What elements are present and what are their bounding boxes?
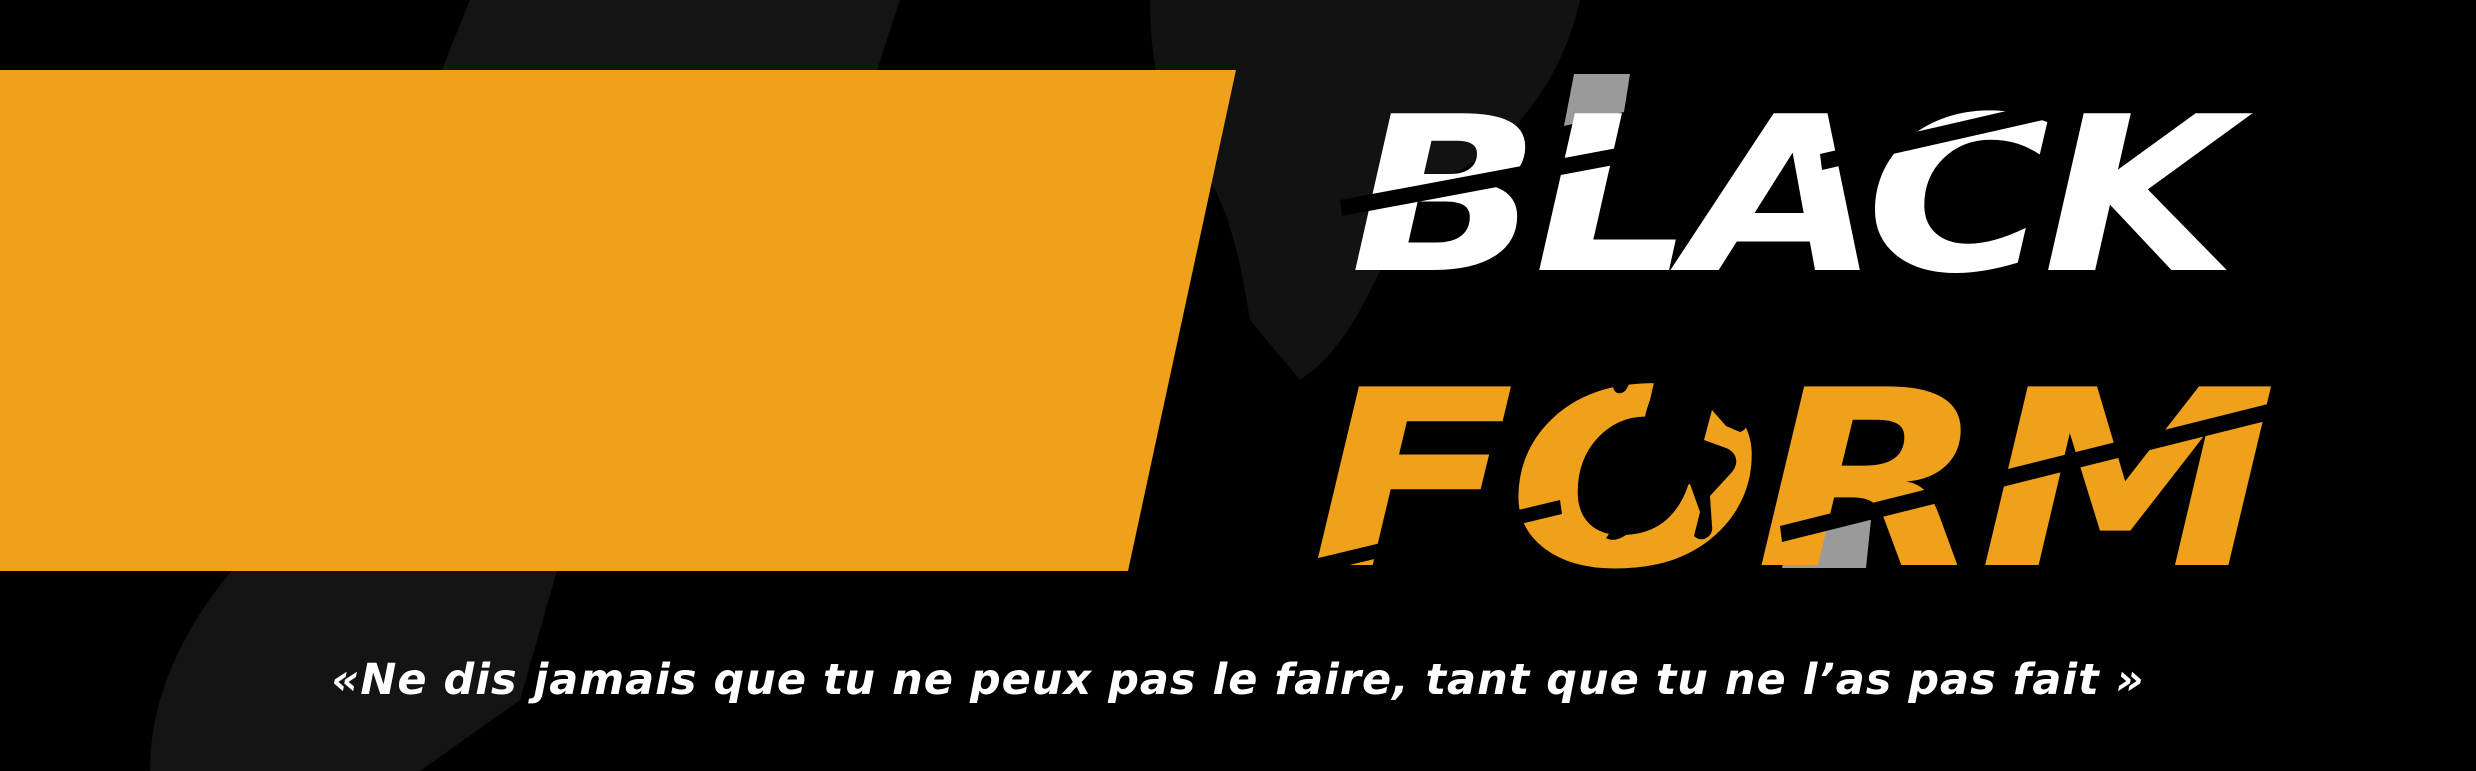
logo-word-black: BLACK xyxy=(1350,70,2253,321)
black-form-logo: BLACK FORM xyxy=(1310,60,2340,580)
banner: BLACK FORM «Ne dis jamais que tu ne peux… xyxy=(0,0,2476,771)
logo-word-form: FORM xyxy=(1310,338,2271,580)
slogan-quote: «Ne dis jamais que tu ne peux pas le fai… xyxy=(331,655,2145,705)
